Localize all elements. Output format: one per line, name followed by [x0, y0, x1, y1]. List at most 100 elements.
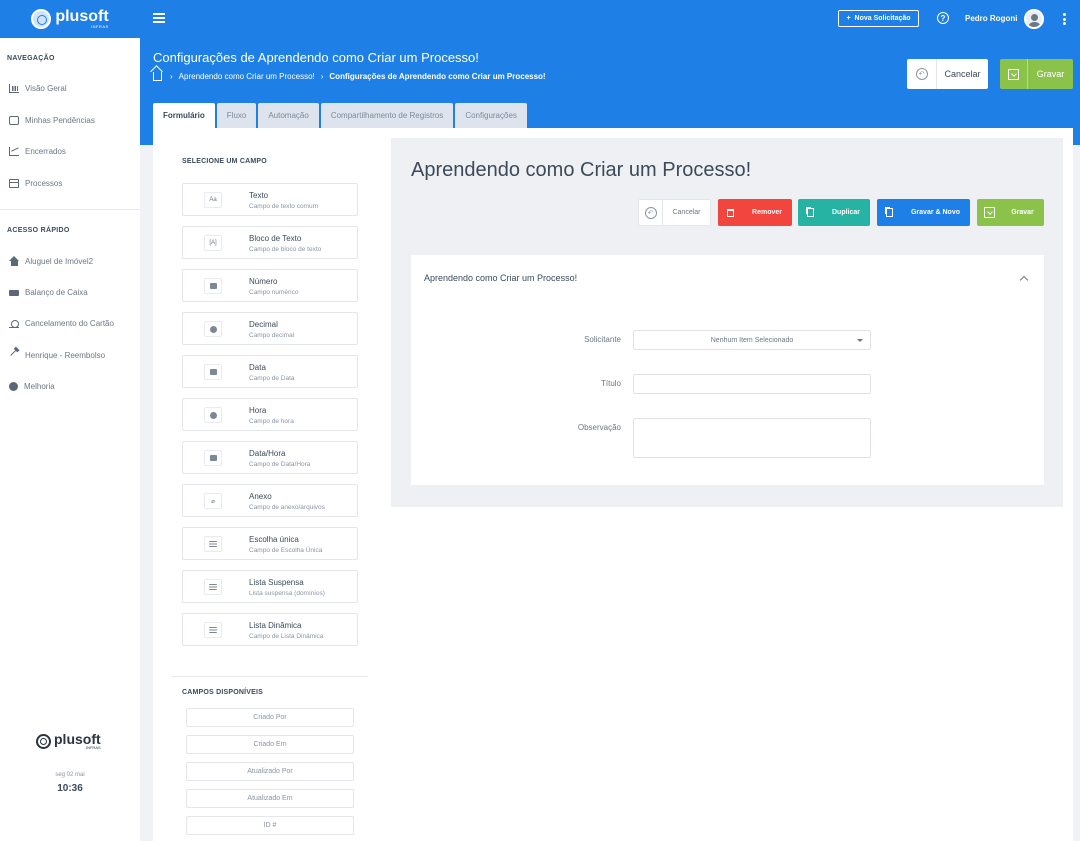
clock-icon: [204, 407, 222, 423]
chevron-right-icon: ›: [320, 72, 324, 81]
logo-mark-icon: [31, 9, 52, 29]
title-label: Título: [600, 379, 621, 388]
sidebar-item-visao-geral[interactable]: Visão Geral: [9, 84, 67, 93]
duplicate-button[interactable]: Duplicar: [798, 199, 870, 226]
text-icon: Aa: [204, 192, 222, 208]
available-field-chip[interactable]: Atualizado Por: [186, 762, 354, 781]
decimal-icon: [204, 321, 222, 337]
title-input[interactable]: [633, 374, 871, 394]
sidebar-item-balanco[interactable]: Balanço de Caixa: [9, 288, 88, 297]
field-card-hora[interactable]: Hora Campo de hora: [182, 398, 358, 431]
field-name: Número: [249, 277, 278, 286]
sidebar-item-processos[interactable]: Processos: [9, 179, 62, 188]
field-name: Escolha única: [249, 535, 299, 544]
form-card-title: Aprendendo como Criar um Processo!: [424, 273, 578, 283]
brand-name: plusoft: [55, 7, 109, 25]
tab-formulario[interactable]: Formulário: [153, 103, 215, 128]
sidebar-item-aluguel[interactable]: Aluguel de Imóvel2: [9, 256, 93, 266]
user-name[interactable]: Pedro Rogoni: [965, 14, 1017, 23]
field-name: Anexo: [249, 492, 272, 501]
field-name: Data: [249, 363, 266, 372]
tab-configuracoes[interactable]: Configurações: [455, 103, 527, 128]
field-card-numero[interactable]: Número Campo numérico: [182, 269, 358, 302]
tool-icon: [10, 348, 24, 363]
available-field-chip[interactable]: Atualizado Em: [186, 789, 354, 808]
sidebar-item-label: Balanço de Caixa: [25, 288, 88, 297]
plus-icon: +: [846, 15, 851, 22]
duplicate-label: Duplicar: [831, 209, 860, 216]
date-icon: [204, 364, 222, 380]
new-request-label: Nova Solicitação: [854, 15, 911, 22]
footer-logo: plusoft INFRAS: [36, 731, 101, 750]
field-card-anexo[interactable]: ⌀ Anexo Campo de anexo/arquivos: [182, 484, 358, 517]
save-and-new-button[interactable]: Gravar & Novo: [877, 199, 970, 226]
preview-save-label: Gravar: [1011, 209, 1034, 216]
preview-cancel-button[interactable]: ↶ Cancelar: [638, 199, 711, 226]
requester-select[interactable]: Nenhum Item Selecionado: [633, 330, 871, 350]
chevron-right-icon: ›: [170, 72, 173, 81]
sidebar-item-label: Encerrados: [25, 147, 66, 156]
sidebar-item-label: Aluguel de Imóvel2: [25, 256, 94, 266]
sidebar-item-reembolso[interactable]: Henrique - Reembolso: [9, 348, 105, 363]
logo-mark-icon: [36, 734, 51, 749]
undo-icon: ↶: [644, 206, 657, 219]
tab-automacao[interactable]: Automação: [258, 103, 319, 128]
field-card-texto[interactable]: Aa Texto Campo de texto comum: [182, 183, 358, 216]
cash-icon: [9, 289, 19, 296]
sidebar-item-encerrados[interactable]: Encerrados: [9, 147, 66, 156]
home-icon[interactable]: [153, 72, 162, 81]
header-save-button[interactable]: Gravar: [1000, 59, 1073, 89]
avatar[interactable]: [1024, 9, 1044, 29]
sidebar-item-label: Melhoria: [24, 382, 55, 391]
new-request-button[interactable]: + Nova Solicitação: [838, 10, 919, 27]
sidebar-time: 10:36: [57, 783, 83, 794]
available-field-chip[interactable]: ID #: [186, 816, 354, 835]
paperclip-icon: ⌀: [204, 493, 222, 509]
sidebar-item-cancelamento[interactable]: Cancelamento do Cartão: [9, 319, 114, 328]
preview-save-button[interactable]: Gravar: [977, 199, 1044, 226]
card-cancel-icon: [9, 319, 19, 328]
list-icon: [204, 622, 222, 638]
remove-button[interactable]: Remover: [718, 199, 792, 226]
field-desc: Campo de hora: [249, 418, 294, 425]
breadcrumb-item[interactable]: Aprendendo como Criar um Processo!: [179, 72, 315, 81]
sidebar-item-label: Processos: [25, 179, 63, 188]
datetime-icon: [204, 450, 222, 466]
caret-down-icon: [857, 339, 863, 342]
field-desc: Campo de anexo/arquivos: [249, 504, 325, 511]
menu-toggle-icon[interactable]: [153, 13, 165, 23]
remove-label: Remover: [752, 209, 782, 216]
field-name: Lista Suspensa: [249, 578, 304, 587]
field-card-lista-dinamica[interactable]: Lista Dinâmica Campo de Lista Dinâmica: [182, 613, 358, 646]
sidebar-item-pendencias[interactable]: Minhas Pendências: [9, 116, 95, 125]
field-desc: Campo decimal: [249, 332, 295, 339]
tab-compartilhamento[interactable]: Compartilhamento de Registros: [320, 103, 454, 128]
available-field-chip[interactable]: Criado Por: [186, 708, 354, 727]
field-card-decimal[interactable]: Decimal Campo decimal: [182, 312, 358, 345]
select-field-title: SELECIONE UM CAMPO: [182, 158, 267, 165]
sidebar-divider: [0, 209, 140, 210]
header-cancel-button[interactable]: ↶ Cancelar: [907, 59, 988, 89]
available-field-chip[interactable]: Criado Em: [186, 735, 354, 754]
field-desc: Lista suspensa (domínios): [249, 590, 325, 597]
sidebar: NAVEGAÇÃO Visão Geral Minhas Pendências …: [0, 38, 140, 841]
footer-brand-name: plusoft: [54, 731, 101, 747]
tab-fluxo[interactable]: Fluxo: [216, 103, 257, 128]
trash-icon: [726, 208, 734, 217]
field-card-data[interactable]: Data Campo de Data: [182, 355, 358, 388]
home-icon: [9, 256, 19, 266]
notes-textarea[interactable]: [633, 418, 871, 458]
header-save-label: Gravar: [1036, 69, 1065, 79]
help-icon[interactable]: ?: [937, 12, 949, 24]
field-card-escolha[interactable]: Escolha única Campo de Escolha Única: [182, 527, 358, 560]
more-options-icon[interactable]: [1063, 13, 1066, 25]
notes-label: Observação: [577, 423, 621, 432]
field-card-bloco[interactable]: [A] Bloco de Texto Campo de bloco de tex…: [182, 226, 358, 259]
brand-logo[interactable]: plusoft INFRAS: [0, 0, 140, 38]
field-card-lista-suspensa[interactable]: Lista Suspensa Lista suspensa (domínios): [182, 570, 358, 603]
quick-section-title: ACESSO RÁPIDO: [7, 227, 70, 234]
field-card-datahora[interactable]: Data/Hora Campo de Data/Hora: [182, 441, 358, 474]
field-name: Bloco de Texto: [249, 234, 302, 243]
sidebar-date: seg 02 mai: [55, 772, 85, 778]
sidebar-item-melhoria[interactable]: Melhoria: [9, 382, 55, 391]
